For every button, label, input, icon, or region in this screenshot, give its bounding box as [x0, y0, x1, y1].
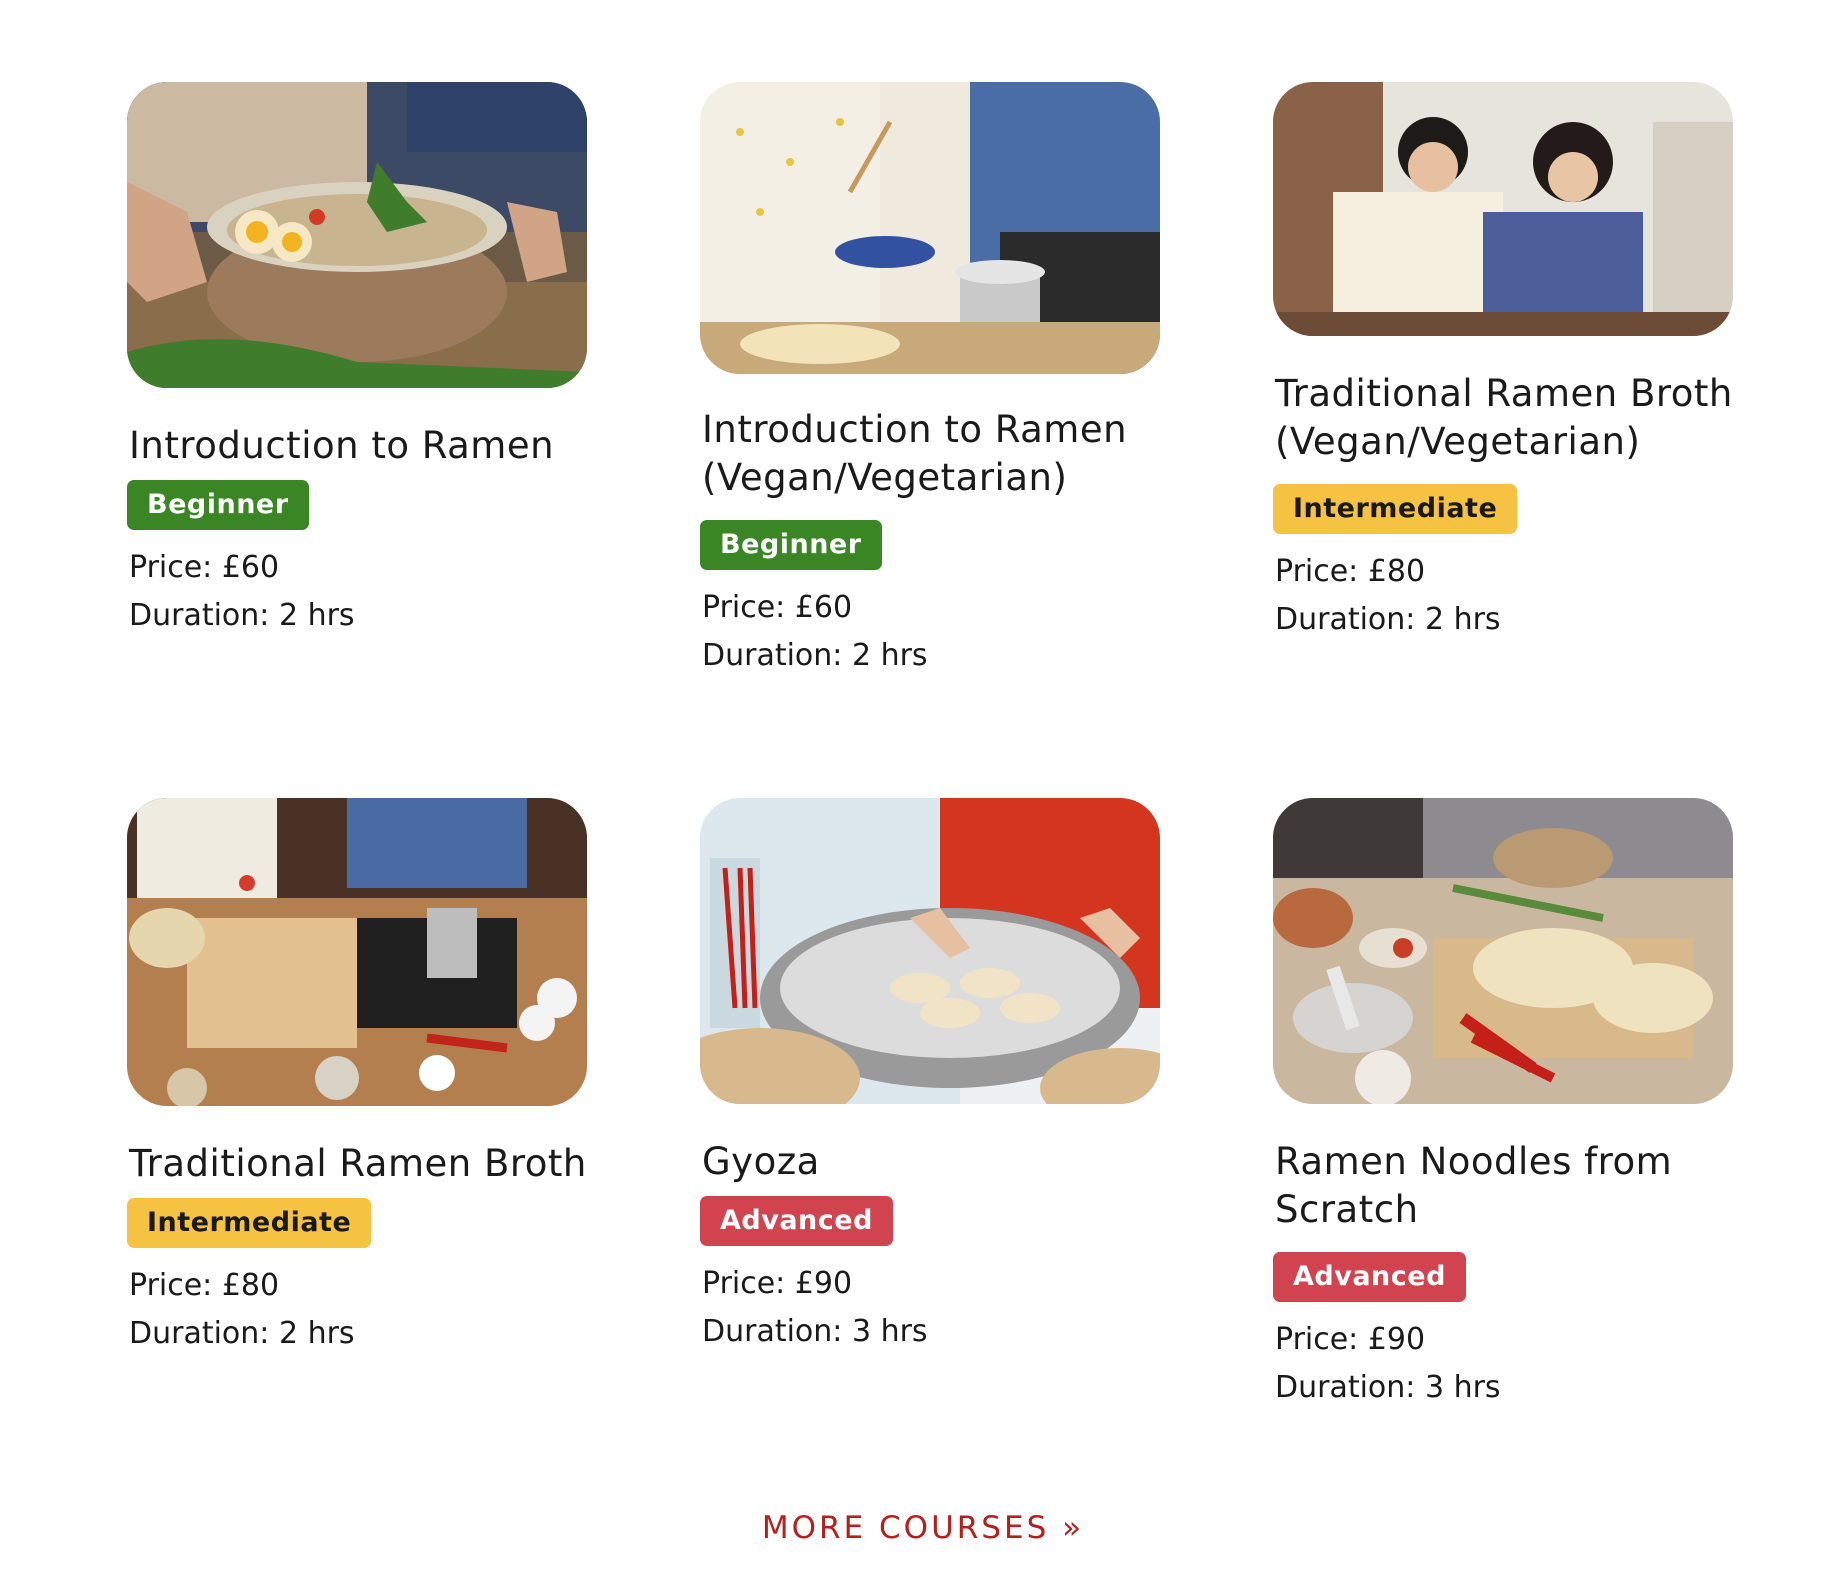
course-title[interactable]: Ramen Noodles from Scratch: [1273, 1138, 1733, 1234]
course-price: Price: £80: [129, 1268, 280, 1303]
course-price: Price: £90: [702, 1266, 853, 1301]
course-duration: Duration: 3 hrs: [702, 1314, 928, 1349]
level-badge: Intermediate: [1273, 484, 1518, 534]
course-duration: Duration: 2 hrs: [129, 598, 355, 633]
course-image-two-women-cooking[interactable]: [1273, 82, 1733, 336]
course-price: Price: £90: [1275, 1322, 1426, 1357]
course-card[interactable]: Gyoza Advanced Price: £90 Duration: 3 hr…: [700, 798, 1160, 1356]
course-image-gyoza-steamer[interactable]: [700, 798, 1160, 1104]
course-image-ramen-bowl[interactable]: [127, 82, 587, 388]
more-courses-link[interactable]: MORE COURSES »: [0, 1510, 1846, 1546]
course-card[interactable]: Introduction to Ramen (Vegan/Vegetarian)…: [700, 82, 1160, 680]
course-duration: Duration: 2 hrs: [702, 638, 928, 673]
course-card[interactable]: Introduction to Ramen Beginner Price: £6…: [127, 82, 587, 640]
level-badge: Advanced: [1273, 1252, 1466, 1302]
course-price: Price: £60: [702, 590, 853, 625]
course-card[interactable]: Ramen Noodles from Scratch Advanced Pric…: [1273, 798, 1733, 1412]
level-badge: Advanced: [700, 1196, 893, 1246]
course-title[interactable]: Traditional Ramen Broth: [127, 1140, 587, 1188]
course-title[interactable]: Gyoza: [700, 1138, 1160, 1186]
level-badge: Beginner: [127, 480, 309, 530]
course-image-kitchen-counter[interactable]: [127, 798, 587, 1106]
course-image-noodles-table[interactable]: [1273, 798, 1733, 1104]
course-image-cooking-pot[interactable]: [700, 82, 1160, 374]
course-card[interactable]: Traditional Ramen Broth (Vegan/Vegetaria…: [1273, 82, 1733, 644]
course-duration: Duration: 2 hrs: [1275, 602, 1501, 637]
course-title[interactable]: Introduction to Ramen (Vegan/Vegetarian): [700, 406, 1160, 502]
course-title[interactable]: Traditional Ramen Broth (Vegan/Vegetaria…: [1273, 370, 1733, 466]
course-title[interactable]: Introduction to Ramen: [127, 422, 587, 470]
level-badge: Intermediate: [127, 1198, 372, 1248]
course-card[interactable]: Traditional Ramen Broth Intermediate Pri…: [127, 798, 587, 1358]
course-price: Price: £60: [129, 550, 280, 585]
course-price: Price: £80: [1275, 554, 1426, 589]
course-duration: Duration: 2 hrs: [129, 1316, 355, 1351]
course-duration: Duration: 3 hrs: [1275, 1370, 1501, 1405]
level-badge: Beginner: [700, 520, 882, 570]
